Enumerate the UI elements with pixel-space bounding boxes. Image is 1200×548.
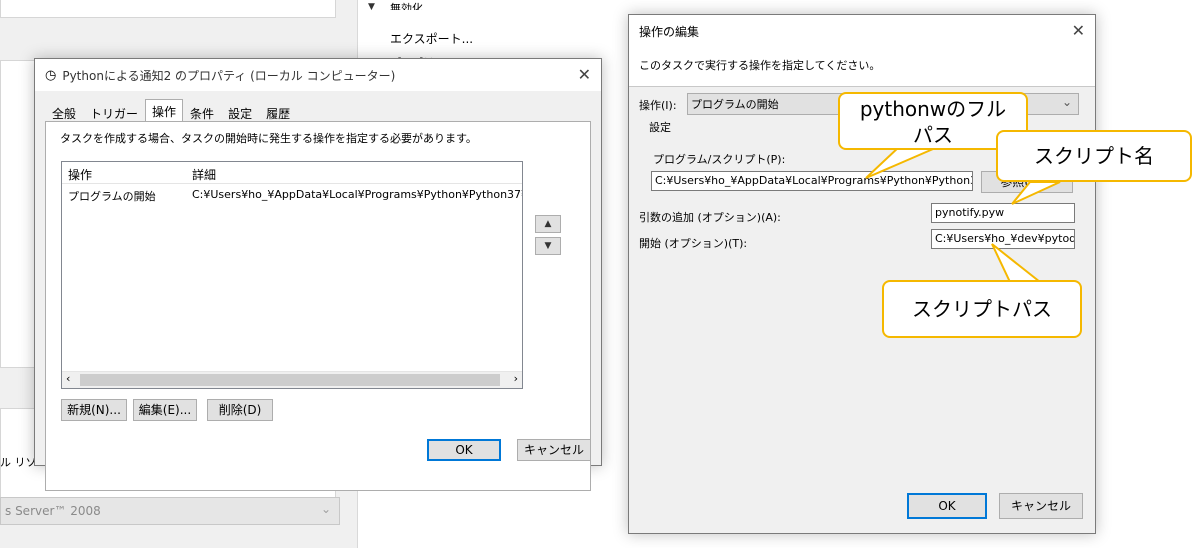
callout-pointers	[865, 145, 1061, 283]
callout-script-name: スクリプト名	[996, 130, 1192, 182]
callout-script-path: スクリプトパス	[882, 280, 1082, 338]
pointer-script-name	[1011, 181, 1061, 205]
pointer-pythonw-path	[865, 145, 941, 179]
pointer-script-path	[991, 243, 1043, 283]
